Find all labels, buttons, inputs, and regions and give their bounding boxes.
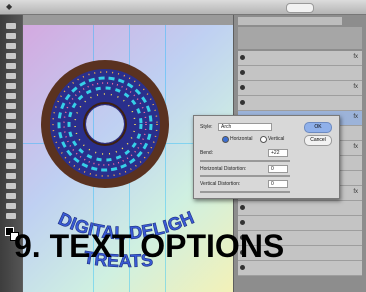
- horizontal-label: Horizontal: [230, 136, 253, 142]
- marquee-tool-icon[interactable]: [6, 33, 16, 39]
- healing-tool-icon[interactable]: [6, 83, 16, 89]
- lasso-tool-icon[interactable]: [6, 43, 16, 49]
- history-brush-tool-icon[interactable]: [6, 113, 16, 119]
- eraser-tool-icon[interactable]: [6, 123, 16, 129]
- apple-logo-icon[interactable]: ◆: [6, 2, 12, 11]
- ok-button[interactable]: OK: [304, 122, 332, 133]
- eye-icon[interactable]: [240, 265, 245, 270]
- workspace-button[interactable]: [286, 3, 314, 13]
- layer-row[interactable]: [238, 96, 362, 111]
- eye-icon[interactable]: [240, 55, 245, 60]
- brush-tool-icon[interactable]: [6, 93, 16, 99]
- eye-icon[interactable]: [240, 100, 245, 105]
- path-select-tool-icon[interactable]: [6, 183, 16, 189]
- pen-tool-icon[interactable]: [6, 163, 16, 169]
- style-select[interactable]: Arch: [218, 123, 272, 131]
- layer-row[interactable]: fx: [238, 81, 362, 96]
- layer-row[interactable]: [238, 66, 362, 81]
- vertical-distortion-field[interactable]: 0: [268, 180, 288, 188]
- warp-text-dialog: Style: Arch OK Cancel Horizontal Vertica…: [193, 115, 340, 199]
- blur-tool-icon[interactable]: [6, 143, 16, 149]
- vertical-distortion-slider[interactable]: [200, 191, 290, 193]
- dodge-tool-icon[interactable]: [6, 153, 16, 159]
- eye-icon[interactable]: [240, 85, 245, 90]
- fx-icon[interactable]: fx: [353, 54, 358, 60]
- crop-tool-icon[interactable]: [6, 63, 16, 69]
- gradient-tool-icon[interactable]: [6, 133, 16, 139]
- panel-tab[interactable]: [306, 17, 342, 25]
- type-tool-icon[interactable]: [6, 173, 16, 179]
- layer-row[interactable]: fx: [238, 51, 362, 66]
- caption-title: 9. TEXT OPTIONS: [14, 228, 285, 264]
- fx-icon[interactable]: fx: [353, 84, 358, 90]
- fx-icon[interactable]: fx: [353, 144, 358, 150]
- bend-label: Bend:: [200, 150, 214, 156]
- bend-slider[interactable]: [200, 160, 290, 162]
- horizontal-distortion-slider[interactable]: [200, 175, 290, 177]
- hand-tool-icon[interactable]: [6, 203, 16, 209]
- move-tool-icon[interactable]: [6, 23, 16, 29]
- fx-icon[interactable]: fx: [353, 189, 358, 195]
- vertical-label: Vertical: [268, 136, 285, 142]
- layers-options-bar[interactable]: [238, 27, 362, 49]
- shape-tool-icon[interactable]: [6, 193, 16, 199]
- zoom-tool-icon[interactable]: [6, 213, 16, 219]
- style-label: Style:: [200, 124, 213, 130]
- eyedropper-tool-icon[interactable]: [6, 73, 16, 79]
- fx-icon[interactable]: fx: [353, 114, 358, 120]
- eye-icon[interactable]: [240, 205, 245, 210]
- horizontal-distortion-field[interactable]: 0: [268, 165, 288, 173]
- panel-tab[interactable]: [238, 17, 274, 25]
- document-tab-bar[interactable]: [23, 15, 233, 25]
- menu-bar: ◆: [0, 0, 366, 15]
- layer-row[interactable]: [238, 201, 362, 216]
- wand-tool-icon[interactable]: [6, 53, 16, 59]
- stamp-tool-icon[interactable]: [6, 103, 16, 109]
- vertical-radio[interactable]: [260, 136, 267, 143]
- cancel-button[interactable]: Cancel: [304, 135, 332, 146]
- panel-tab[interactable]: [272, 17, 308, 25]
- vertical-distortion-label: Vertical Distortion:: [200, 181, 241, 187]
- bend-field[interactable]: +22: [268, 149, 288, 157]
- eye-icon[interactable]: [240, 220, 245, 225]
- horizontal-radio[interactable]: [222, 136, 229, 143]
- horizontal-distortion-label: Horizontal Distortion:: [200, 166, 247, 172]
- eye-icon[interactable]: [240, 70, 245, 75]
